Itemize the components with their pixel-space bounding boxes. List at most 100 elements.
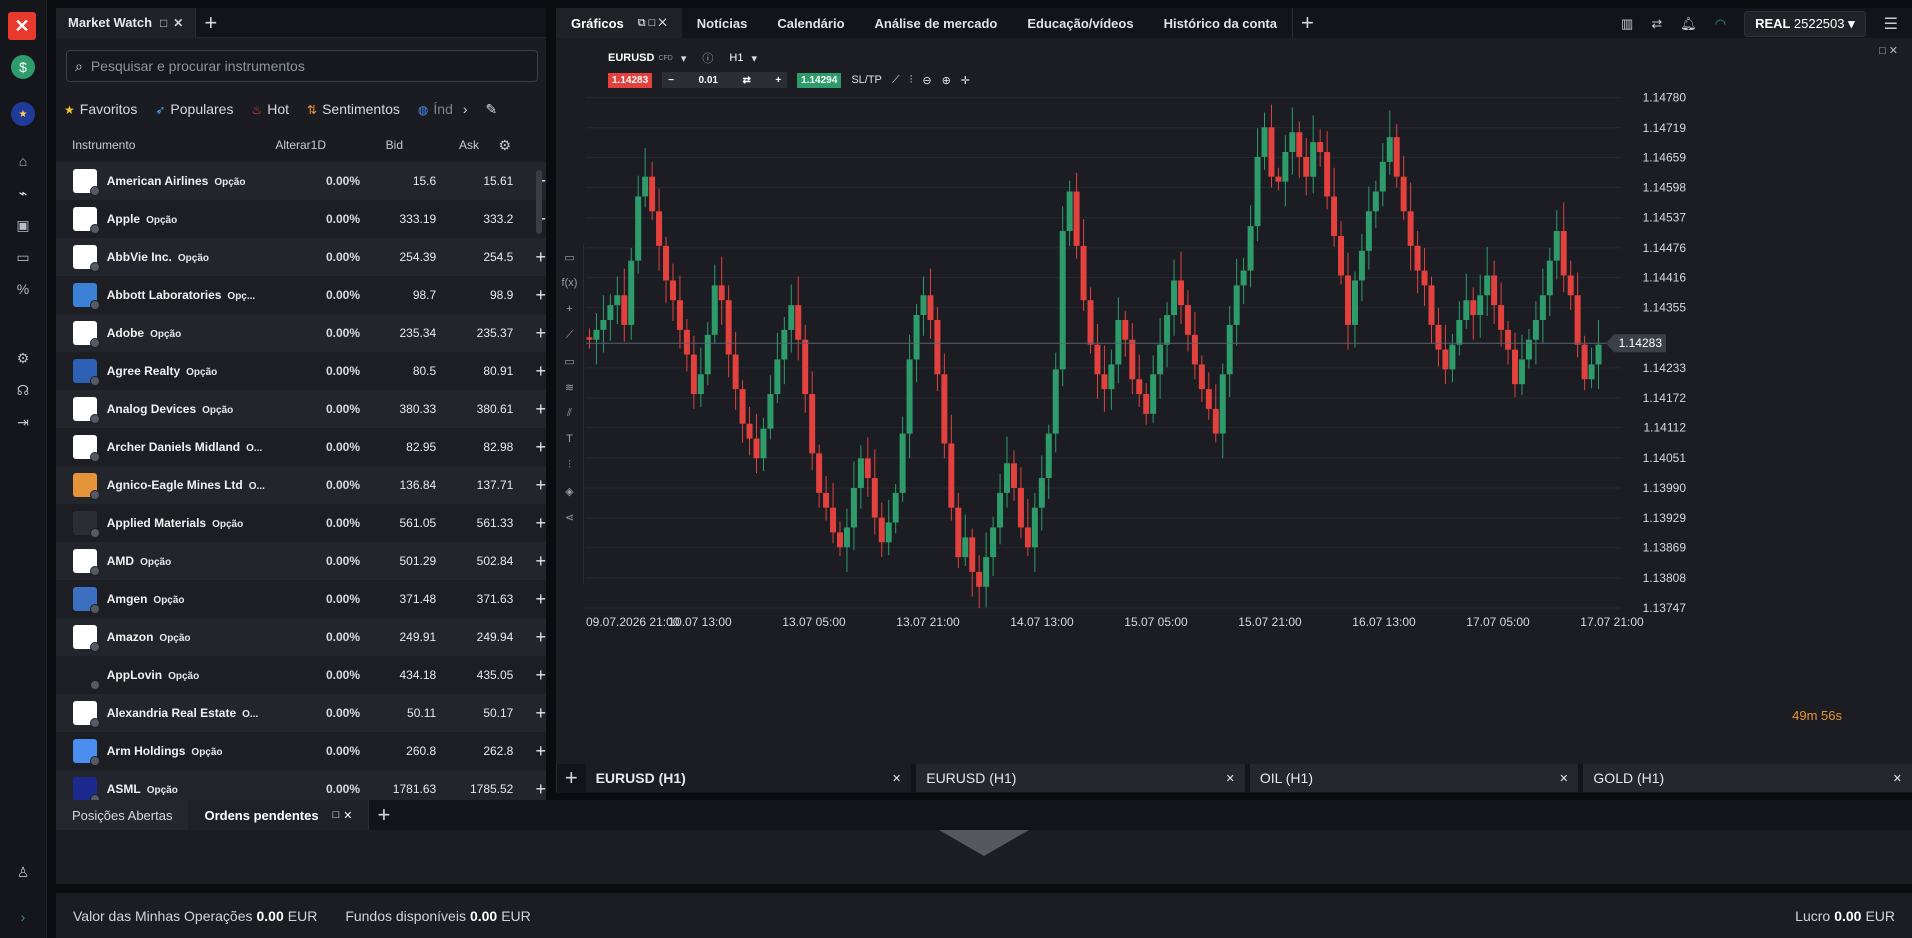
table-row[interactable]: AppLovin Opção 0.00% 434.18 435.05 +	[56, 656, 546, 694]
card-icon[interactable]: ▭	[11, 245, 35, 269]
gear-icon[interactable]: ⚙	[479, 137, 511, 154]
layout-icon[interactable]: ▥	[1621, 16, 1633, 32]
add-tab-button[interactable]: +	[1291, 8, 1322, 38]
table-row[interactable]: Arm Holdings Opção 0.00% 260.8 262.8 +	[56, 732, 546, 770]
instrument-ask[interactable]: 137.71	[436, 478, 514, 492]
table-row[interactable]: Abbott Laboratories Opç... 0.00% 98.7 98.…	[56, 276, 546, 314]
table-row[interactable]: Applied Materials Opção 0.00% 561.05 561.…	[56, 504, 546, 542]
add-panel-button[interactable]: +	[195, 7, 225, 38]
info-icon[interactable]: ⓘ	[702, 50, 713, 66]
add-chart-button[interactable]: +	[556, 764, 586, 792]
table-row[interactable]: AppleOpção 0.00% 333.19 333.2 +	[56, 200, 546, 238]
instrument-ask[interactable]: 235.37	[436, 326, 514, 340]
instrument-bid[interactable]: 501.29	[360, 554, 436, 568]
edit-icon[interactable]: ✎	[486, 101, 498, 118]
add-instrument-button[interactable]: +	[513, 665, 546, 686]
add-instrument-button[interactable]: +	[513, 285, 546, 306]
chevron-right-icon[interactable]: ›	[463, 101, 468, 117]
add-instrument-button[interactable]: +	[513, 323, 546, 344]
tab-4[interactable]: Educação/vídeos	[1012, 8, 1148, 38]
tab-3[interactable]: Análise de mercado	[860, 8, 1013, 38]
table-row[interactable]: AMD Opção 0.00% 501.29 502.84 +	[56, 542, 546, 580]
close-icon[interactable]: ✕	[343, 809, 352, 822]
instrument-bid[interactable]: 254.39	[360, 250, 436, 264]
instrument-ask[interactable]: 435.05	[436, 668, 514, 682]
tab-0[interactable]: Gráficos ⧉ □ ✕	[556, 8, 682, 38]
account-selector[interactable]: REAL 2522503 ▾	[1744, 11, 1866, 37]
home-icon[interactable]: ⌂	[11, 149, 35, 173]
table-row[interactable]: Alexandria Real Estate O... 0.00% 50.11 5…	[56, 694, 546, 732]
user-icon[interactable]: ♙	[11, 860, 35, 884]
instrument-ask[interactable]: 333.2	[436, 212, 513, 226]
chart-tab[interactable]: EURUSD (H1) ✕	[916, 764, 1245, 792]
close-icon[interactable]: ✕	[173, 16, 183, 30]
instrument-bid[interactable]: 333.19	[360, 212, 436, 226]
table-row[interactable]: Archer Daniels Midland O... 0.00% 82.95 8…	[56, 428, 546, 466]
add-instrument-button[interactable]: +	[513, 779, 546, 800]
tab-5[interactable]: Histórico da conta	[1149, 8, 1292, 38]
instrument-bid[interactable]: 434.18	[360, 668, 436, 682]
price-chart[interactable]: 1.14780 1.14719 1.14659 1.14598 1.14537 1.144…	[556, 68, 1912, 748]
expand-icon[interactable]: ›	[11, 905, 35, 929]
chart-tab[interactable]: EURUSD (H1) ✕	[585, 764, 912, 792]
add-instrument-button[interactable]: +	[513, 247, 546, 268]
add-instrument-button[interactable]: +	[513, 703, 546, 724]
instrument-bid[interactable]: 249.91	[360, 630, 436, 644]
instrument-ask[interactable]: 561.33	[436, 516, 514, 530]
instrument-ask[interactable]: 80.91	[436, 364, 513, 378]
add-instrument-button[interactable]: +	[513, 399, 546, 420]
search-input[interactable]: Pesquisar e procurar instrumentos	[91, 58, 305, 74]
instrument-bid[interactable]: 50.11	[360, 706, 436, 720]
add-instrument-button[interactable]: +	[513, 589, 546, 610]
table-row[interactable]: Amgen Opção 0.00% 371.48 371.63 +	[56, 580, 546, 618]
charts-icon[interactable]: ⌁	[11, 181, 35, 205]
table-row[interactable]: Amazon Opção 0.00% 249.91 249.94 +	[56, 618, 546, 656]
maximize-icon[interactable]: □	[333, 809, 340, 821]
tab-pending-orders[interactable]: Ordens pendentes □ ✕	[188, 800, 369, 830]
instrument-bid[interactable]: 82.95	[360, 440, 436, 454]
chart-tab[interactable]: GOLD (H1) ✕	[1583, 764, 1912, 792]
maximize-icon[interactable]: □	[160, 16, 167, 30]
instrument-bid[interactable]: 136.84	[360, 478, 436, 492]
instrument-ask[interactable]: 249.94	[436, 630, 514, 644]
list-scrollbar[interactable]	[536, 170, 542, 234]
instrument-ask[interactable]: 502.84	[436, 554, 514, 568]
tab-open-positions[interactable]: Posições Abertas	[56, 800, 189, 830]
tab-1[interactable]: Notícias	[682, 8, 763, 38]
instrument-bid[interactable]: 235.34	[360, 326, 436, 340]
chart-symbol[interactable]: EURUSD	[608, 52, 654, 64]
tab-2[interactable]: Calendário	[762, 8, 859, 38]
add-instrument-button[interactable]: +	[513, 513, 546, 534]
table-row[interactable]: Agnico-Eagle Mines Ltd O... 0.00% 136.84 …	[56, 466, 546, 504]
portfolio-icon[interactable]: ▣	[11, 213, 35, 237]
deposit-icon[interactable]: $	[11, 55, 35, 79]
table-row[interactable]: AbbVie Inc. Opção 0.00% 254.39 254.5 +	[56, 238, 546, 276]
add-instrument-button[interactable]: +	[513, 627, 546, 648]
transfer-icon[interactable]: ⇄	[1651, 16, 1662, 32]
menu-icon[interactable]: ☰	[1884, 14, 1898, 34]
instrument-search[interactable]: ⌕ Pesquisar e procurar instrumentos	[66, 50, 538, 82]
table-row[interactable]: American Airlines Opção 0.00% 15.6 15.61 …	[56, 162, 546, 200]
timeframe-select[interactable]: H1	[729, 52, 743, 64]
instrument-ask[interactable]: 98.9	[436, 288, 513, 302]
eu-flag-icon[interactable]: ★	[11, 102, 35, 126]
chart-tab[interactable]: OIL (H1) ✕	[1249, 764, 1579, 792]
maximize-icon[interactable]: □	[1879, 45, 1886, 57]
add-tab-button[interactable]: +	[368, 800, 398, 830]
instrument-bid[interactable]: 561.05	[360, 516, 436, 530]
instrument-ask[interactable]: 254.5	[436, 250, 513, 264]
chevron-down-icon[interactable]: ▾	[751, 52, 757, 65]
collapse-handle[interactable]	[939, 830, 1029, 856]
instrument-bid[interactable]: 1781.63	[360, 782, 436, 796]
instrument-bid[interactable]: 260.8	[360, 744, 436, 758]
tab-market-watch[interactable]: Market Watch □ ✕	[56, 7, 196, 38]
logout-icon[interactable]: ⇥	[11, 410, 35, 434]
instrument-bid[interactable]: 98.7	[360, 288, 436, 302]
filter-populares[interactable]: ➶ Populares	[155, 101, 233, 117]
add-instrument-button[interactable]: +	[513, 437, 546, 458]
instrument-bid[interactable]: 380.33	[360, 402, 436, 416]
add-instrument-button[interactable]: +	[513, 361, 546, 382]
add-instrument-button[interactable]: +	[513, 551, 546, 572]
filter-sentimentos[interactable]: ⇅ Sentimentos	[307, 101, 400, 117]
instrument-ask[interactable]: 371.63	[436, 592, 514, 606]
